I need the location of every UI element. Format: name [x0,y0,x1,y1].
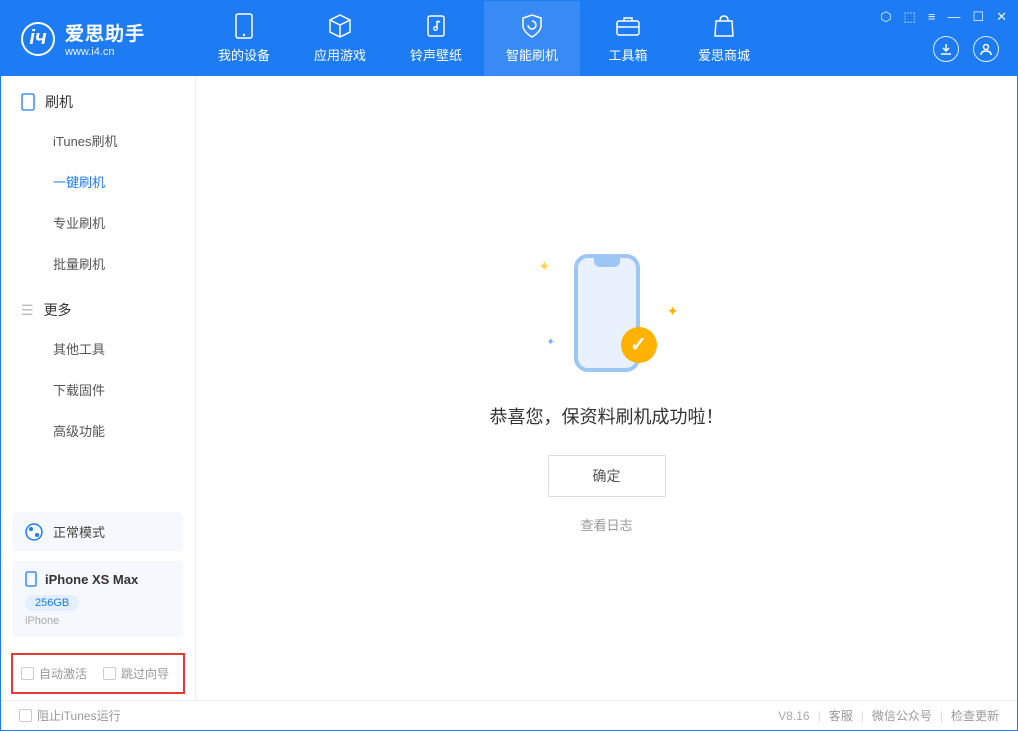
sidebar-item-download-fw[interactable]: 下载固件 [1,369,195,410]
section-label: 更多 [44,300,72,320]
ok-button[interactable]: 确定 [548,455,666,497]
checkbox-icon [21,667,34,680]
highlighted-options: 自动激活 跳过向导 [11,653,185,694]
bag-icon [711,13,737,39]
tab-label: 工具箱 [608,45,647,64]
checkbox-label: 自动激活 [39,665,87,682]
device-name-text: iPhone XS Max [45,572,138,587]
checkbox-auto-activate[interactable]: 自动激活 [21,665,87,682]
header-action-circles [933,36,999,62]
checkbox-skip-guide[interactable]: 跳过向导 [103,665,169,682]
check-update-link[interactable]: 检查更新 [951,707,999,724]
sidebar: 刷机 iTunes刷机 一键刷机 专业刷机 批量刷机 ☰ 更多 其他工具 下载固… [1,76,196,700]
phone-icon [231,13,257,39]
sidebar-item-batch-flash[interactable]: 批量刷机 [1,243,195,284]
status-bar: 阻止iTunes运行 V8.16 | 客服 | 微信公众号 | 检查更新 [1,700,1017,730]
check-badge-icon: ✓ [621,327,657,363]
tab-apps-games[interactable]: 应用游戏 [292,1,388,76]
phone-small-icon [25,571,37,587]
sidebar-section-more: ☰ 更多 [1,284,195,328]
tab-label: 爱思商城 [698,45,750,64]
footer-right: V8.16 | 客服 | 微信公众号 | 检查更新 [778,707,999,724]
device-card[interactable]: iPhone XS Max 256GB iPhone [13,561,183,637]
sidebar-item-one-key-flash[interactable]: 一键刷机 [1,161,195,202]
sparkle-icon: ✦ [539,258,551,275]
lock-icon[interactable]: ⬚ [904,9,916,25]
window-controls: ⬡ ⬚ ≡ — ☐ ✕ [880,9,1007,25]
tab-smart-flash[interactable]: 智能刷机 [484,1,580,76]
nav-tabs: 我的设备 应用游戏 铃声壁纸 智能刷机 工具箱 爱思商城 [196,1,772,76]
device-type: iPhone [25,615,171,627]
wechat-link[interactable]: 微信公众号 [872,707,932,724]
shield-icon [519,13,545,39]
sidebar-item-advanced[interactable]: 高级功能 [1,410,195,451]
tab-label: 应用游戏 [314,45,366,64]
version-label: V8.16 [778,709,809,723]
close-button[interactable]: ✕ [996,9,1007,25]
sidebar-item-itunes-flash[interactable]: iTunes刷机 [1,120,195,161]
main-content: ✦ ✦ ✦ ✓ 恭喜您，保资料刷机成功啦！ 确定 查看日志 [196,76,1017,700]
view-log-link[interactable]: 查看日志 [580,515,632,534]
tab-toolbox[interactable]: 工具箱 [580,1,676,76]
sparkle-icon: ✦ [547,337,555,348]
success-message: 恭喜您，保资料刷机成功啦！ [490,403,724,429]
tab-store[interactable]: 爱思商城 [676,1,772,76]
status-text: 正常模式 [53,522,105,541]
download-button[interactable] [933,36,959,62]
logo-text: 爱思助手 www.i4.cn [65,19,145,58]
app-header: iч 爱思助手 www.i4.cn 我的设备 应用游戏 铃声壁纸 智能刷机 工具… [1,1,1017,76]
sidebar-item-other-tools[interactable]: 其他工具 [1,328,195,369]
tab-my-device[interactable]: 我的设备 [196,1,292,76]
menu-icon[interactable]: ≡ [928,9,936,25]
sparkle-icon: ✦ [667,303,679,320]
checkbox-label: 阻止iTunes运行 [37,707,121,724]
logo-area: iч 爱思助手 www.i4.cn [1,19,196,58]
section-label: 刷机 [45,92,73,112]
support-link[interactable]: 客服 [829,707,853,724]
tab-label: 智能刷机 [506,45,558,64]
sidebar-item-pro-flash[interactable]: 专业刷机 [1,202,195,243]
user-button[interactable] [973,36,999,62]
status-icon [25,523,43,541]
app-logo-icon: iч [21,22,55,56]
tab-label: 铃声壁纸 [410,45,462,64]
checkbox-label: 跳过向导 [121,665,169,682]
tab-ringtones[interactable]: 铃声壁纸 [388,1,484,76]
checkbox-icon [103,667,116,680]
music-icon [423,13,449,39]
toolbox-icon [615,13,641,39]
app-title: 爱思助手 [65,19,145,46]
device-icon [21,93,35,111]
success-illustration: ✦ ✦ ✦ ✓ [527,243,687,383]
minimize-button[interactable]: — [947,9,960,25]
app-url: www.i4.cn [65,46,145,58]
shirt-icon[interactable]: ⬡ [880,9,891,25]
device-capacity: 256GB [25,595,79,611]
device-mode-status[interactable]: 正常模式 [13,512,183,551]
checkbox-block-itunes[interactable]: 阻止iTunes运行 [19,707,121,724]
maximize-button[interactable]: ☐ [972,9,984,25]
device-name-row: iPhone XS Max [25,571,171,587]
tab-label: 我的设备 [218,45,270,64]
sidebar-section-flash: 刷机 [1,76,195,120]
footer-left: 阻止iTunes运行 [19,707,121,724]
cube-icon [327,13,353,39]
checkbox-icon [19,709,32,722]
list-icon: ☰ [21,302,34,319]
